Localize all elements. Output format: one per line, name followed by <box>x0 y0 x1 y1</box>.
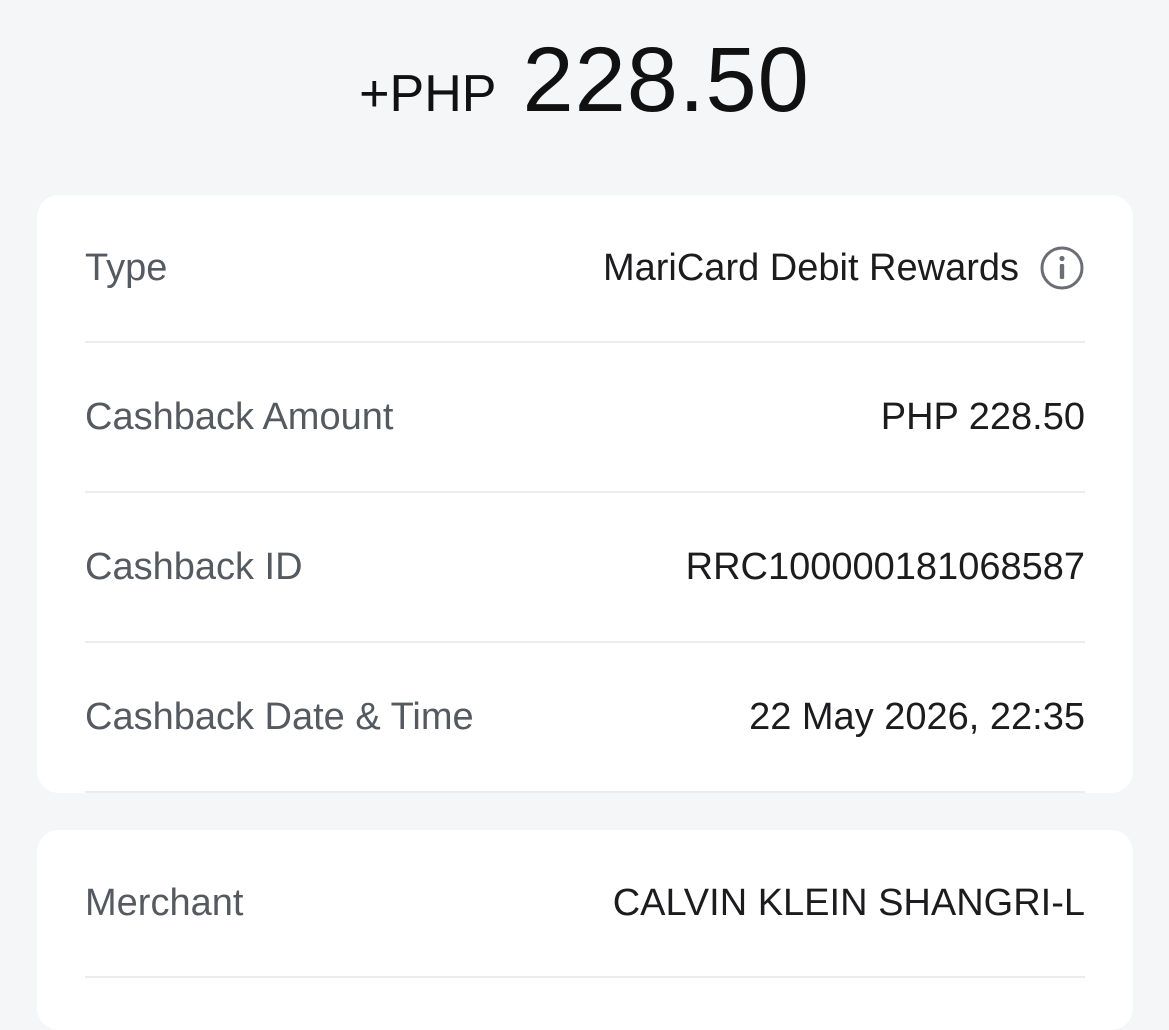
amount-value: 228.50 <box>522 29 810 131</box>
cashback-amount-header: +PHP 228.50 <box>0 28 1169 138</box>
detail-value[interactable]: RRC100000181068587 <box>686 546 1085 589</box>
merchant-card: Merchant CALVIN KLEIN SHANGRI-L <box>37 830 1133 1030</box>
detail-label: Cashback Date & Time <box>85 695 474 738</box>
detail-value: 22 May 2026, 22:35 <box>749 695 1085 738</box>
detail-row-type: Type MariCard Debit Rewards <box>85 195 1085 343</box>
detail-label: Type <box>85 246 168 289</box>
type-value-text: MariCard Debit Rewards <box>602 246 1019 289</box>
merchant-value: CALVIN KLEIN SHANGRI-L <box>612 881 1085 924</box>
detail-row-merchant: Merchant CALVIN KLEIN SHANGRI-L <box>85 830 1085 978</box>
detail-label: Cashback Amount <box>85 395 394 438</box>
transaction-details-card: Type MariCard Debit Rewards Cashback Amo… <box>37 195 1133 793</box>
merchant-label: Merchant <box>85 881 244 924</box>
amount-currency-prefix: +PHP <box>359 65 497 123</box>
detail-value: PHP 228.50 <box>880 395 1085 438</box>
info-icon[interactable] <box>1039 245 1085 291</box>
detail-value: MariCard Debit Rewards <box>603 245 1085 291</box>
detail-row-cashback-id: Cashback ID RRC100000181068587 <box>85 493 1085 643</box>
detail-label: Cashback ID <box>85 545 303 588</box>
detail-row-cashback-amount: Cashback Amount PHP 228.50 <box>85 343 1085 493</box>
detail-row-cashback-datetime: Cashback Date & Time 22 May 2026, 22:35 <box>85 643 1085 793</box>
